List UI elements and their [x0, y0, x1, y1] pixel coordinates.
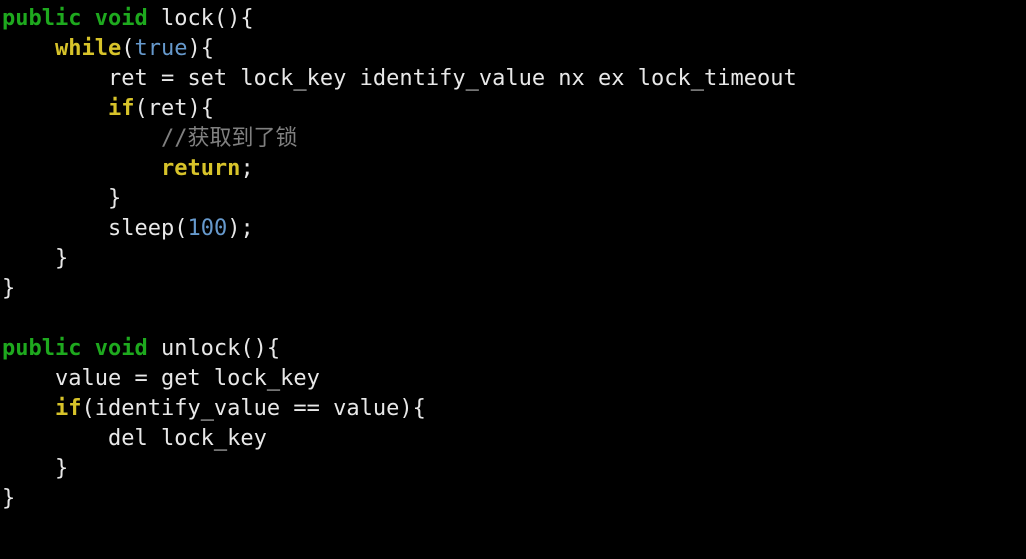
keyword-public-void: public void: [2, 6, 148, 31]
keyword-return: return: [161, 156, 240, 181]
method-lock-decl: lock(){: [148, 6, 254, 31]
paren-close-brace: ){: [187, 36, 214, 61]
stmt-ret-assign: ret = set lock_key identify_value nx ex …: [108, 66, 797, 91]
stmt-value-assign: value = get lock_key: [55, 366, 320, 391]
method-unlock-decl: unlock(){: [148, 336, 280, 361]
literal-true: true: [134, 36, 187, 61]
close-brace: }: [55, 456, 68, 481]
paren-open: (: [121, 36, 134, 61]
close-brace: }: [55, 246, 68, 271]
if-condition: (ret){: [134, 96, 213, 121]
comment-line: //获取到了锁: [161, 126, 298, 151]
keyword-if: if: [55, 396, 82, 421]
keyword-public-void: public void: [2, 336, 148, 361]
stmt-del: del lock_key: [108, 426, 267, 451]
code-block: public void lock(){ while(true){ ret = s…: [0, 0, 1026, 514]
close-brace: }: [2, 486, 15, 511]
keyword-while: while: [55, 36, 121, 61]
close-brace: }: [108, 186, 121, 211]
semicolon: ;: [240, 156, 253, 181]
literal-100: 100: [187, 216, 227, 241]
sleep-call-close: );: [227, 216, 254, 241]
keyword-if: if: [108, 96, 135, 121]
if2-condition: (identify_value == value){: [81, 396, 425, 421]
sleep-call-open: sleep(: [108, 216, 187, 241]
close-brace: }: [2, 276, 15, 301]
